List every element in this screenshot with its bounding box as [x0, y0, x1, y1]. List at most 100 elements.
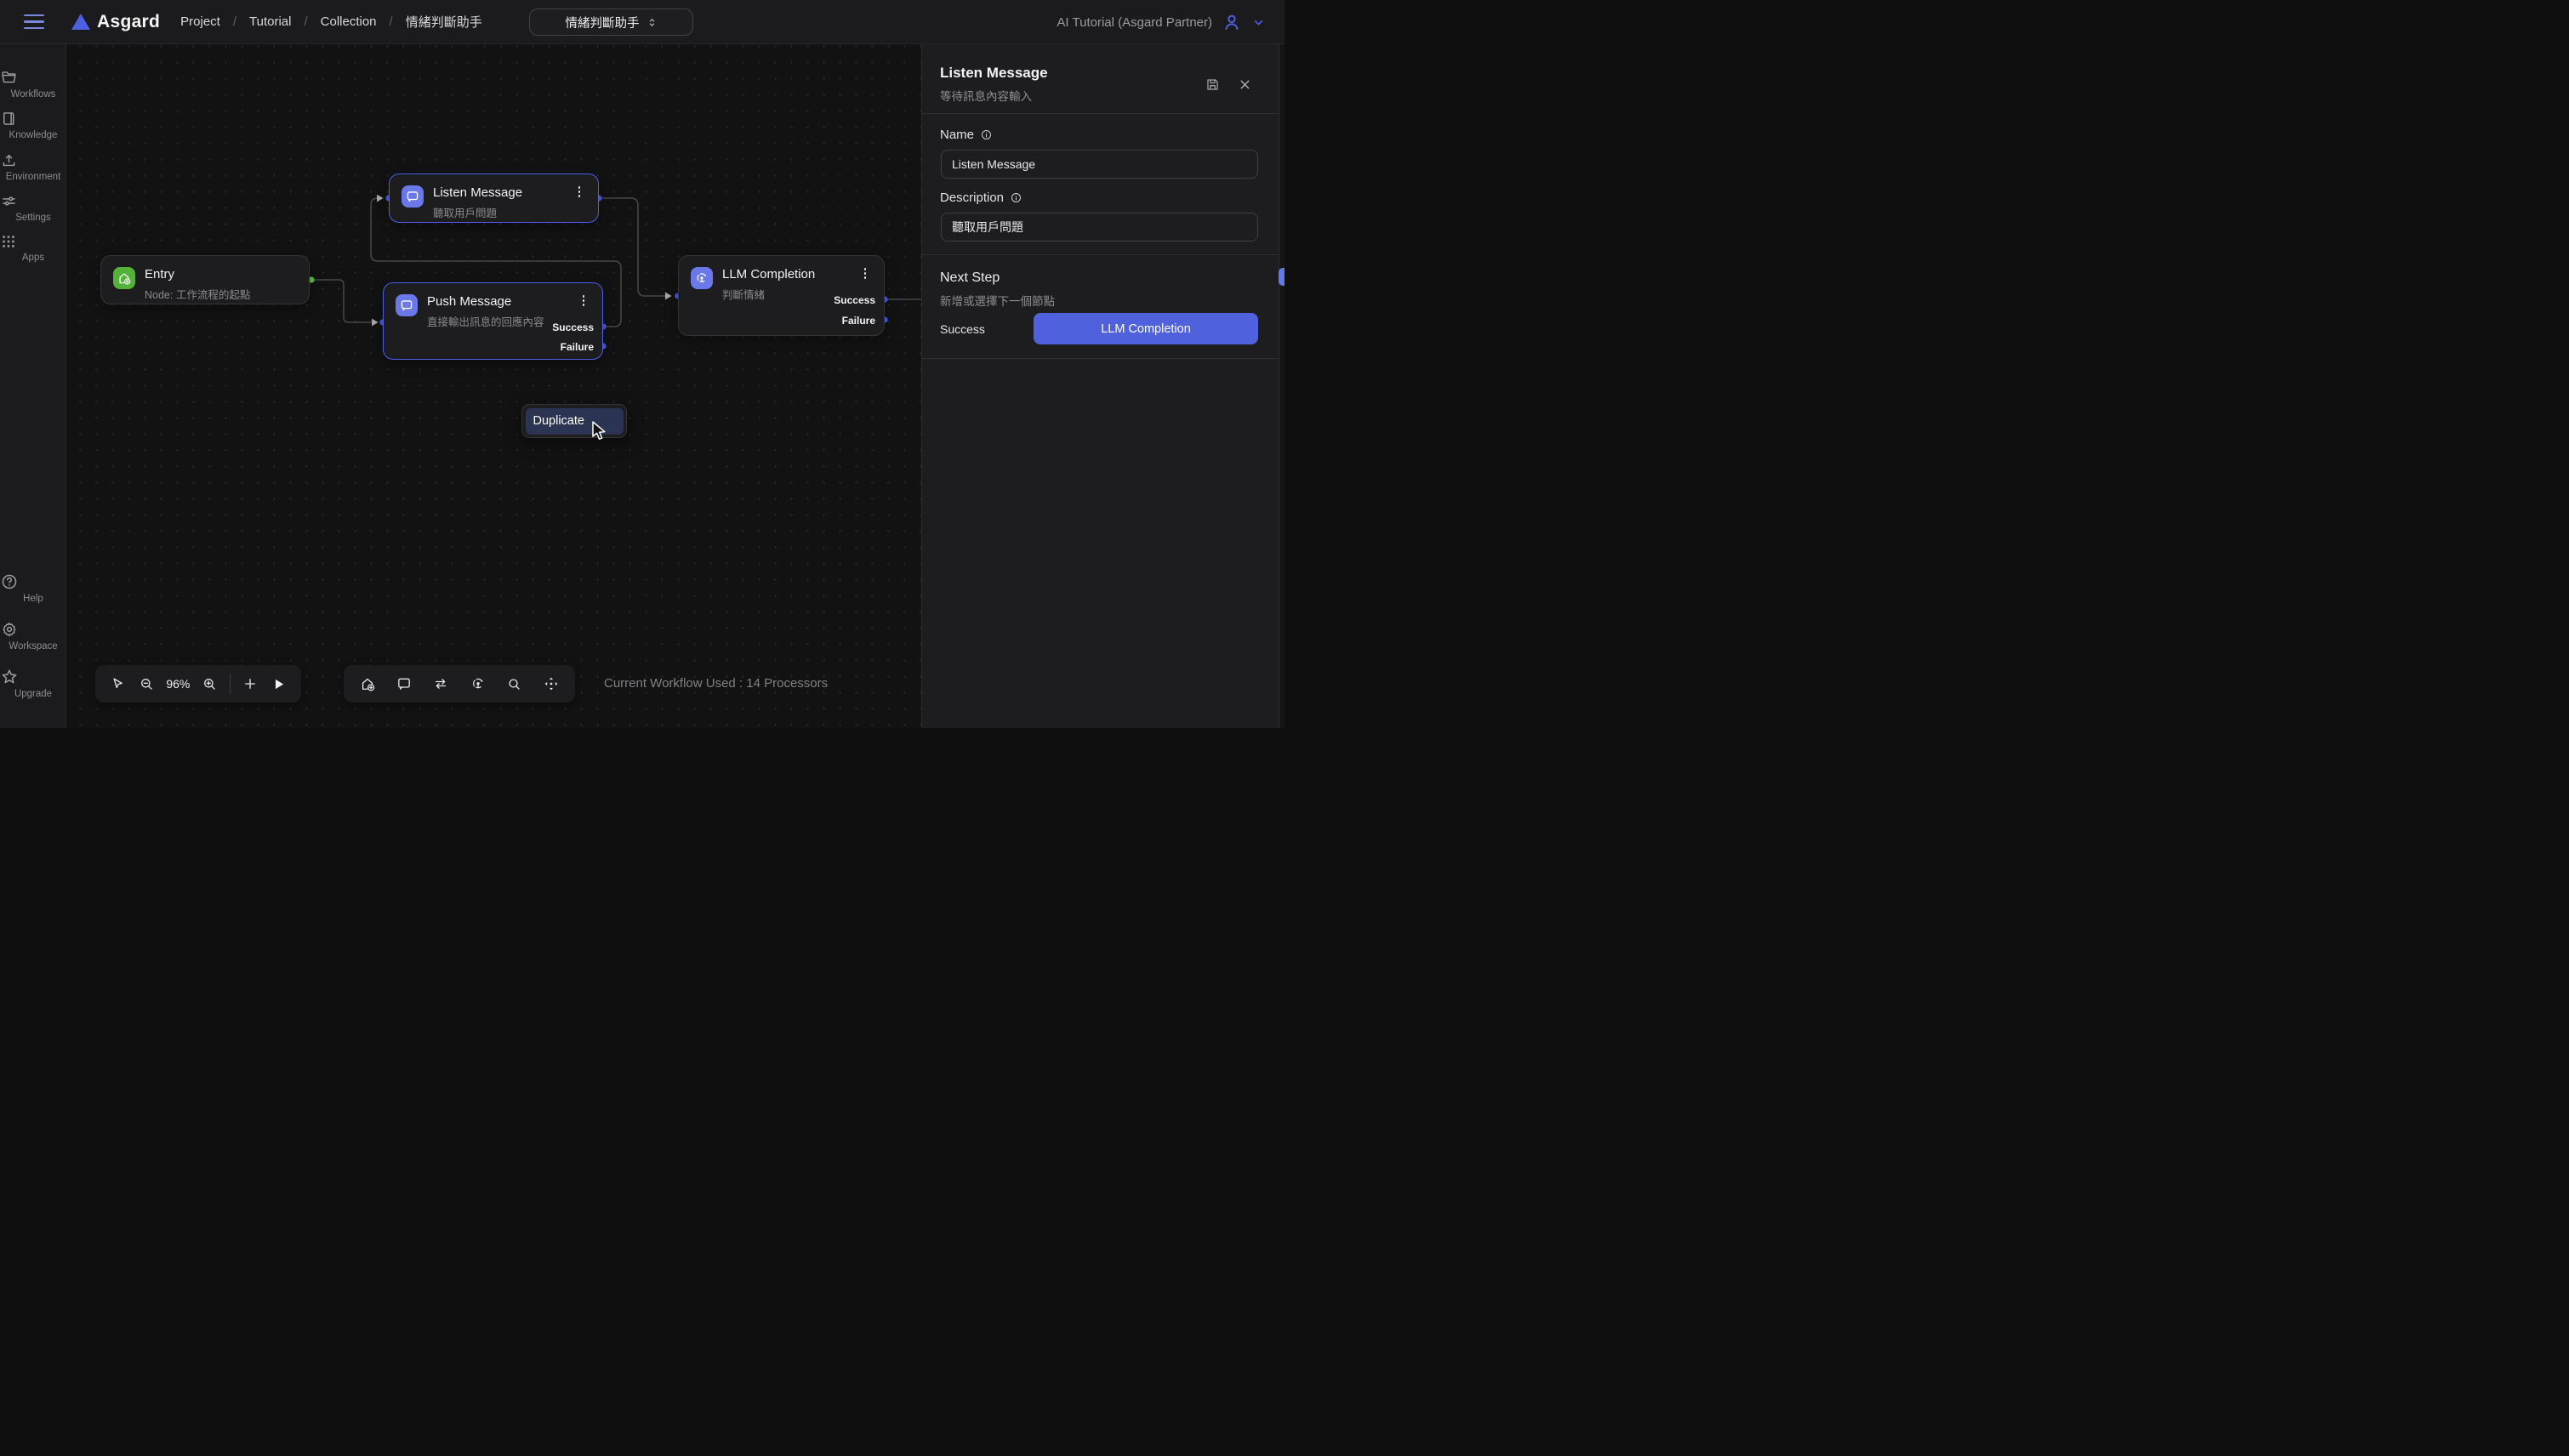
- add-node-button[interactable]: [241, 674, 259, 693]
- sidebar-item-label: Help: [0, 594, 66, 604]
- node-title: Push Message: [427, 294, 544, 309]
- user-icon[interactable]: [1222, 12, 1242, 32]
- sidebar-item-knowledge[interactable]: Knowledge: [0, 110, 66, 140]
- close-panel-button[interactable]: [1235, 75, 1254, 94]
- account-area: AI Tutorial (Asgard Partner): [1057, 0, 1266, 44]
- breadcrumb-separator: /: [233, 14, 236, 29]
- mouse-cursor: [591, 421, 608, 441]
- star-icon: [0, 668, 19, 686]
- sidebar-item-label: Apps: [0, 253, 66, 263]
- chat-icon: [402, 185, 424, 208]
- processor-usage-status: Current Workflow Used : 14 Processors: [604, 665, 828, 702]
- node-palette-toolbar: [344, 665, 575, 702]
- upload-icon: [0, 151, 18, 169]
- left-sidebar: Workflows Knowledge Environment Settings: [0, 44, 66, 728]
- gear-icon: [0, 620, 19, 639]
- next-step-title: Next Step: [940, 270, 1000, 286]
- run-workflow-button[interactable]: [270, 674, 288, 693]
- name-input[interactable]: Listen Message: [941, 150, 1258, 179]
- description-field-label: Description: [940, 191, 1022, 205]
- breadcrumb-separator: /: [304, 14, 307, 29]
- panel-scrollbar-track[interactable]: [1279, 44, 1284, 728]
- breadcrumb-workflow[interactable]: 情緒判斷助手: [406, 13, 482, 31]
- output-label-failure: Failure: [561, 340, 594, 354]
- sidebar-item-workspace[interactable]: Workspace: [0, 620, 66, 651]
- node-title: Listen Message: [433, 185, 522, 200]
- chevron-down-icon[interactable]: [1251, 15, 1266, 30]
- llm-node-tool-icon[interactable]: [469, 674, 487, 693]
- node-entry[interactable]: Entry Node: 工作流程的起點: [100, 255, 310, 304]
- pointer-tool-button[interactable]: [108, 674, 127, 693]
- breadcrumb-collection[interactable]: Collection: [321, 14, 377, 29]
- zoom-in-button[interactable]: [201, 674, 219, 693]
- help-icon: [0, 572, 19, 591]
- sidebar-item-label: Workflows: [0, 89, 66, 100]
- sidebar-item-workflows[interactable]: Workflows: [0, 69, 66, 100]
- node-llm-completion[interactable]: LLM Completion 判斷情緒 Success Failure: [678, 255, 885, 336]
- app-root: Entry Node: 工作流程的起點 Listen Message 聽取用戶問…: [0, 0, 1284, 728]
- output-label-failure: Failure: [842, 314, 875, 327]
- sidebar-item-label: Workspace: [0, 641, 66, 651]
- sidebar-item-upgrade[interactable]: Upgrade: [0, 668, 66, 699]
- sliders-icon: [0, 192, 18, 210]
- panel-divider: [922, 254, 1279, 255]
- output-label-success: Success: [552, 321, 594, 334]
- asgard-logo-icon: [71, 14, 90, 30]
- edge-listen-to-llm: [601, 198, 665, 296]
- zoom-out-button[interactable]: [137, 674, 156, 693]
- panel-divider: [922, 358, 1279, 359]
- search-tool-icon[interactable]: [505, 674, 524, 693]
- panel-title: Listen Message: [940, 65, 1048, 82]
- node-listen-message[interactable]: Listen Message 聽取用戶問題: [389, 173, 599, 223]
- breadcrumb: Project / Tutorial / Collection / 情緒判斷助手: [180, 13, 482, 31]
- next-step-success-label: Success: [940, 322, 985, 336]
- home-plus-icon: [113, 267, 135, 289]
- node-subtitle: 聽取用戶問題: [433, 204, 522, 220]
- toolbar-divider: [230, 674, 231, 694]
- node-subtitle: Node: 工作流程的起點: [145, 286, 250, 302]
- asgard-logo-text: Asgard: [97, 12, 160, 32]
- description-input[interactable]: 聽取用戶問題: [941, 213, 1258, 242]
- node-menu-button[interactable]: [575, 186, 584, 197]
- canvas-view-toolbar: 96%: [95, 665, 301, 702]
- context-menu-item-duplicate[interactable]: Duplicate: [526, 408, 624, 435]
- save-button[interactable]: [1203, 75, 1222, 94]
- breadcrumb-separator: /: [390, 14, 393, 29]
- panel-divider: [922, 113, 1279, 114]
- edge-arrowhead: [372, 319, 379, 327]
- sidebar-item-environment[interactable]: Environment: [0, 151, 66, 182]
- breadcrumb-project[interactable]: Project: [180, 14, 220, 29]
- sidebar-item-settings[interactable]: Settings: [0, 192, 66, 223]
- workflow-selector-value: 情緒判斷助手: [566, 14, 640, 31]
- node-title: LLM Completion: [722, 267, 815, 282]
- message-node-tool-icon[interactable]: [395, 674, 413, 693]
- swap-node-tool-icon[interactable]: [431, 674, 450, 693]
- edge-arrowhead: [377, 195, 384, 202]
- node-push-message[interactable]: Push Message 直接輸出訊息的回應內容 Success Failure: [383, 282, 603, 360]
- sidebar-item-label: Knowledge: [0, 130, 66, 140]
- context-menu: Duplicate: [521, 404, 627, 438]
- hamburger-menu-icon[interactable]: [24, 14, 44, 29]
- info-icon[interactable]: [1010, 191, 1022, 204]
- sidebar-item-help[interactable]: Help: [0, 572, 66, 604]
- panel-subtitle: 等待訊息內容輸入: [940, 87, 1032, 104]
- node-title: Entry: [145, 267, 250, 282]
- entry-node-tool-icon[interactable]: [358, 674, 377, 693]
- node-menu-button[interactable]: [861, 268, 869, 279]
- workflow-selector-dropdown[interactable]: 情緒判斷助手: [529, 9, 693, 36]
- grid-icon: [0, 233, 17, 250]
- move-tool-icon[interactable]: [542, 674, 561, 693]
- node-menu-button[interactable]: [579, 295, 588, 306]
- breadcrumb-tutorial[interactable]: Tutorial: [249, 14, 291, 29]
- info-icon[interactable]: [980, 128, 993, 141]
- book-icon: [0, 110, 18, 128]
- account-label: AI Tutorial (Asgard Partner): [1057, 15, 1212, 30]
- llm-icon: [691, 267, 713, 289]
- zoom-level-value[interactable]: 96%: [166, 677, 190, 691]
- sidebar-item-label: Settings: [0, 213, 66, 223]
- name-label-text: Name: [940, 128, 974, 142]
- next-step-target-button[interactable]: LLM Completion: [1034, 313, 1258, 344]
- sidebar-item-apps[interactable]: Apps: [0, 233, 66, 263]
- edge-arrowhead: [665, 293, 672, 300]
- panel-scrollbar-thumb[interactable]: [1279, 268, 1284, 286]
